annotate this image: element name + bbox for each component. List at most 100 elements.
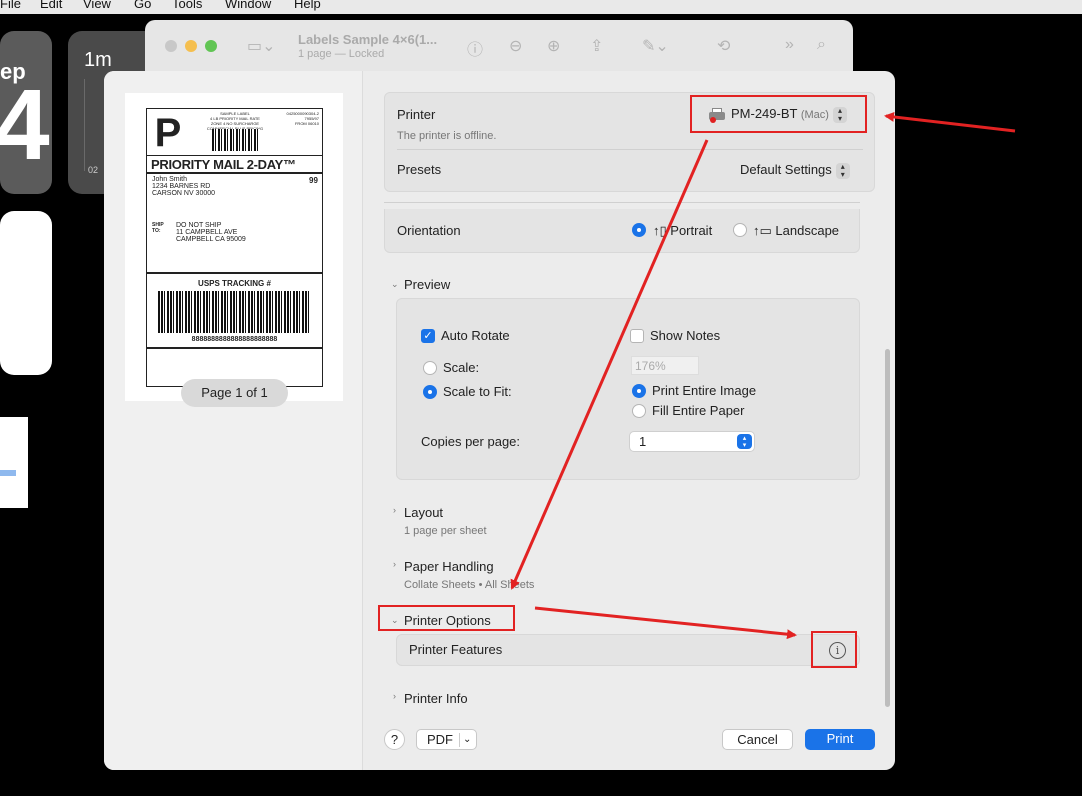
paper-handling-section-title[interactable]: Paper Handling <box>404 559 494 574</box>
scale-label: Scale: <box>443 360 480 375</box>
printer-status: The printer is offline. <box>397 130 497 142</box>
menu-file[interactable]: File <box>0 0 21 11</box>
rotate-icon[interactable]: ⟲ <box>717 36 730 56</box>
chevron-right-icon[interactable]: › <box>393 505 396 515</box>
portrait-option[interactable]: ↑▯ Portrait <box>653 223 712 239</box>
menu-view[interactable]: View <box>83 0 111 11</box>
copies-per-page-label: Copies per page: <box>421 434 521 449</box>
print-preview-pane: P SAMPLE LABEL 4 LB PRIORITY MAIL RATE Z… <box>104 71 363 770</box>
fill-entire-paper-label: Fill Entire Paper <box>652 403 745 418</box>
background-widget <box>0 211 52 375</box>
menu-help[interactable]: Help <box>294 0 321 11</box>
print-dialog: P SAMPLE LABEL 4 LB PRIORITY MAIL RATE Z… <box>104 71 895 770</box>
chevron-down-icon[interactable]: ⌄ <box>391 279 399 290</box>
portrait-label: Portrait <box>670 223 713 238</box>
page-indicator: Page 1 of 1 <box>181 379 288 407</box>
updown-chevron-icon: ▴ ▾ <box>737 434 752 449</box>
zoom-out-icon[interactable]: ⊖ <box>509 36 522 56</box>
show-notes-label: Show Notes <box>650 328 721 343</box>
printer-features-row[interactable]: Printer Features i <box>396 634 860 666</box>
scale-input[interactable]: 176% <box>631 356 699 375</box>
annotation-box-info <box>811 631 857 668</box>
minimize-window-button[interactable] <box>185 40 197 52</box>
chevron-right-icon[interactable]: › <box>393 691 396 701</box>
background-widget: ep 4 <box>0 31 52 194</box>
widget-tiny-text: 02 <box>88 165 99 175</box>
print-button[interactable]: Print <box>805 729 875 750</box>
menu-go[interactable]: Go <box>134 0 151 11</box>
print-entire-image-label: Print Entire Image <box>652 383 757 398</box>
menu-window[interactable]: Window <box>225 0 271 11</box>
search-icon[interactable]: ⌕ <box>817 36 826 54</box>
label-code: 99 <box>309 176 318 185</box>
markup-icon[interactable]: ✎⌄ <box>642 36 669 56</box>
landscape-option[interactable]: ↑▭ Landscape <box>753 223 839 239</box>
zoom-window-button[interactable] <box>205 40 217 52</box>
updown-chevron-icon: ▴ ▾ <box>835 162 850 179</box>
copies-per-page-popup[interactable]: 1 ▴ ▾ <box>629 431 755 452</box>
annotation-box-printer-options <box>378 605 515 631</box>
orientation-label: Orientation <box>397 223 461 238</box>
landscape-icon: ↑▭ <box>753 223 772 238</box>
portrait-icon: ↑▯ <box>653 223 667 238</box>
info-icon[interactable]: ⓘ <box>467 36 483 60</box>
layout-summary: 1 page per sheet <box>404 525 487 537</box>
cancel-button[interactable]: Cancel <box>722 729 793 750</box>
label-tracking-title: USPS TRACKING # <box>198 279 271 288</box>
preview-section-title[interactable]: Preview <box>404 277 450 292</box>
preview-window-toolbar: ▭⌄ Labels Sample 4×6(1... 1 page — Locke… <box>145 20 853 76</box>
scale-to-fit-label: Scale to Fit: <box>443 384 512 399</box>
auto-rotate-label: Auto Rotate <box>441 328 510 343</box>
landscape-radio[interactable] <box>733 223 747 237</box>
label-tracking-number: 8888888888888888888888 <box>191 336 278 343</box>
label-ship-to-heading: SHIP TO: <box>152 222 164 234</box>
menu-edit[interactable]: Edit <box>40 0 62 11</box>
show-notes-checkbox[interactable] <box>630 329 644 343</box>
menu-tools[interactable]: Tools <box>172 0 202 11</box>
sidebar-icon[interactable]: ▭⌄ <box>247 36 276 56</box>
scrollbar[interactable] <box>885 349 890 707</box>
portrait-radio[interactable] <box>632 223 646 237</box>
window-subtitle: 1 page — Locked <box>298 48 385 60</box>
help-button[interactable]: ? <box>384 729 405 750</box>
auto-rotate-checkbox[interactable]: ✓ <box>421 329 435 343</box>
label-header-text: SAMPLE LABEL 4 LB PRIORITY MAIL RATE ZON… <box>207 111 263 131</box>
annotation-arrow <box>884 111 1016 133</box>
scale-to-fit-radio[interactable] <box>423 385 437 399</box>
label-letter: P <box>154 111 182 155</box>
label-service: PRIORITY MAIL 2-DAY™ <box>151 157 296 172</box>
print-entire-image-radio[interactable] <box>632 384 646 398</box>
printer-label: Printer <box>397 107 436 122</box>
menu-bar: File Edit View Go Tools Window Help <box>0 0 1082 14</box>
chevron-right-icon[interactable]: › <box>393 559 396 569</box>
close-window-button[interactable] <box>165 40 177 52</box>
presets-value: Default Settings <box>740 162 832 177</box>
window-title: Labels Sample 4×6(1... <box>298 32 438 47</box>
scale-radio[interactable] <box>423 361 437 375</box>
label-ship-to: DO NOT SHIP 11 CAMPBELL AVE CAMPBELL CA … <box>176 222 246 243</box>
more-icon[interactable]: » <box>785 36 794 54</box>
background-thumbnail <box>0 417 28 508</box>
widget-number: 4 <box>0 69 50 181</box>
annotation-box-printer <box>690 95 867 133</box>
shipping-label-preview: P SAMPLE LABEL 4 LB PRIORITY MAIL RATE Z… <box>146 108 323 387</box>
widget-text: 1m <box>84 49 112 71</box>
label-header-right: 0425000090304-2 7955/97 FROM 06010 <box>286 111 319 126</box>
paper-handling-summary: Collate Sheets • All Sheets <box>404 579 535 591</box>
fill-entire-paper-radio[interactable] <box>632 404 646 418</box>
pdf-label: PDF <box>427 732 453 747</box>
chevron-down-icon: ⌄ <box>463 734 472 745</box>
printer-features-label: Printer Features <box>409 642 503 657</box>
layout-section-title[interactable]: Layout <box>404 505 443 520</box>
page-thumbnail: P SAMPLE LABEL 4 LB PRIORITY MAIL RATE Z… <box>125 93 343 407</box>
zoom-in-icon[interactable]: ⊕ <box>547 36 560 56</box>
copies-per-page-value: 1 <box>639 434 647 449</box>
share-icon[interactable]: ⇪ <box>590 36 603 56</box>
barcode-2d <box>212 129 260 151</box>
pdf-menu-button[interactable]: PDF ⌄ <box>416 729 477 750</box>
landscape-label: Landscape <box>775 223 840 238</box>
preview-options-card: ✓ Auto Rotate Show Notes Scale: 176% Sca… <box>396 298 860 480</box>
printer-info-section-title[interactable]: Printer Info <box>404 691 468 706</box>
presets-popup[interactable]: Default Settings ▴ ▾ <box>740 162 850 179</box>
label-sender: John Smith 1234 BARNES RD CARSON NV 3000… <box>152 176 216 197</box>
